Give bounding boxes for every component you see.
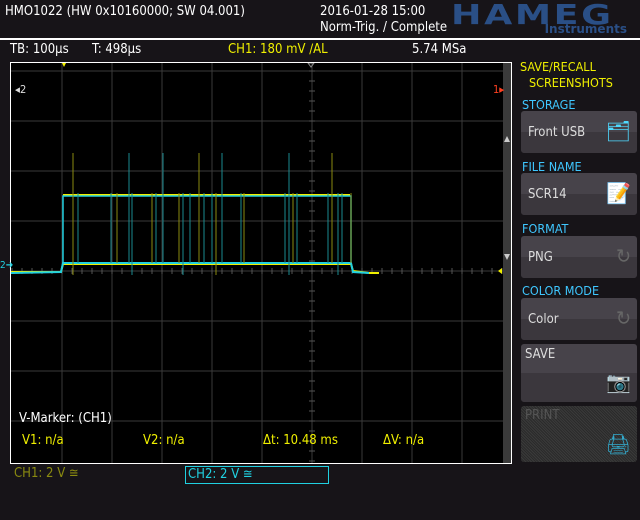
color-mode-label: COLOR MODE bbox=[522, 283, 600, 298]
color-mode-button[interactable]: Color ↻ bbox=[521, 298, 637, 340]
trigger-time[interactable]: T: 498µs bbox=[92, 42, 141, 57]
ch1-marker: 1▸ bbox=[493, 83, 505, 96]
camera-disk-icon: 📷 bbox=[606, 370, 631, 394]
device-info: HMO1022 (HW 0x10160000; SW 04.001) bbox=[5, 4, 245, 19]
waveform-display[interactable]: ◂2 1▸ V-Marker: (CH1) V1: n/a V2: n/a Δt… bbox=[10, 62, 512, 464]
file-name-label: FILE NAME bbox=[522, 159, 582, 174]
format-label: FORMAT bbox=[522, 221, 569, 236]
vertical-scrollbar bbox=[503, 63, 511, 463]
trigger-position-icon bbox=[62, 63, 66, 67]
marker-delta-v: ΔV: n/a bbox=[383, 433, 425, 448]
ch2-marker: ◂2 bbox=[15, 83, 27, 96]
trigger-setting[interactable]: CH1: 180 mV ∕AL bbox=[228, 42, 328, 57]
storage-label: STORAGE bbox=[522, 97, 576, 112]
notepad-icon: 📝 bbox=[606, 181, 631, 205]
menu-title: SAVE/RECALL bbox=[520, 59, 596, 74]
file-name-button[interactable]: SCR14 📝 bbox=[521, 173, 637, 215]
menu-subtitle: SCREENSHOTS bbox=[529, 75, 613, 90]
waveform-grid bbox=[11, 63, 511, 463]
trigger-level-icon bbox=[498, 268, 502, 274]
timebase[interactable]: TB: 100µs bbox=[10, 42, 69, 57]
acquisition-status: Norm-Trig. / Complete bbox=[320, 20, 448, 35]
printer-icon: 🖨 bbox=[605, 432, 631, 456]
datetime: 2016-01-28 15:00 bbox=[320, 4, 426, 19]
marker-delta-t: Δt: 10.48 ms bbox=[263, 433, 338, 448]
ch2-ground-marker: 2➔ bbox=[0, 260, 14, 271]
ch2-scale[interactable]: CH2: 2 V ≅ bbox=[185, 466, 329, 484]
ch2-trace-high bbox=[62, 195, 352, 263]
header-divider bbox=[0, 38, 640, 40]
marker-title: V-Marker: (CH1) bbox=[19, 411, 112, 426]
marker-v1: V1: n/a bbox=[22, 433, 64, 448]
ch1-scale[interactable]: CH1: 2 V ≅ bbox=[14, 466, 79, 481]
save-button[interactable]: SAVE 📷 bbox=[521, 344, 637, 402]
format-button[interactable]: PNG ↻ bbox=[521, 236, 637, 278]
hameg-logo: HAMEG Instruments bbox=[451, 0, 627, 36]
cycle-icon: ↻ bbox=[615, 306, 631, 330]
print-button: PRINT 🖨 bbox=[521, 406, 637, 462]
sample-rate: 5.74 MSa bbox=[412, 42, 467, 57]
cycle-icon: ↻ bbox=[615, 244, 631, 268]
ch1-trace-low bbox=[11, 263, 379, 274]
storage-button[interactable]: Front USB 🗂 bbox=[521, 111, 637, 153]
marker-v2: V2: n/a bbox=[143, 433, 185, 448]
center-marker-icon bbox=[307, 63, 315, 68]
folder-tree-icon: 🗂 bbox=[605, 119, 631, 143]
